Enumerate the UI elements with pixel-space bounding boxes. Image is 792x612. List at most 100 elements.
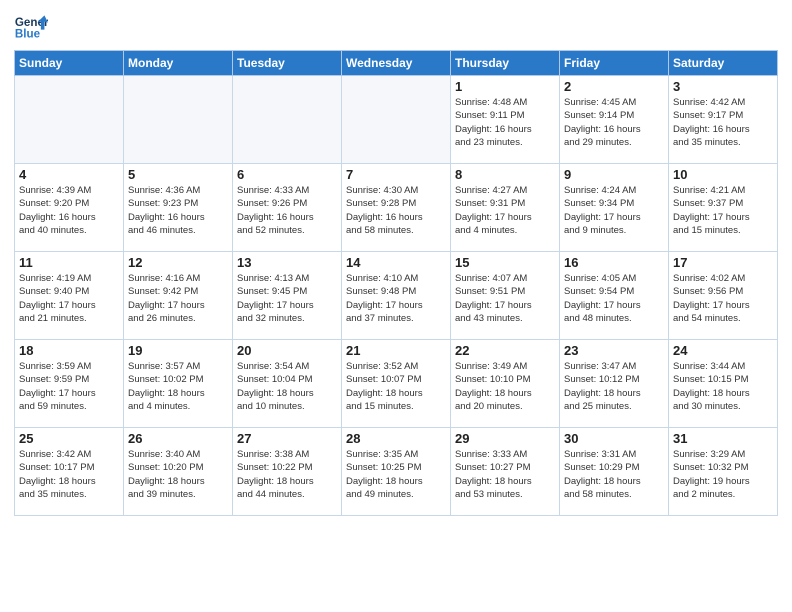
day-info: Sunrise: 4:48 AM Sunset: 9:11 PM Dayligh… xyxy=(455,96,555,149)
calendar-cell: 18 Sunrise: 3:59 AM Sunset: 9:59 PM Dayli… xyxy=(15,340,124,428)
day-number: 21 xyxy=(346,343,446,358)
calendar-cell: 27 Sunrise: 3:38 AM Sunset: 10:22 PM Dayl… xyxy=(233,428,342,516)
day-number: 4 xyxy=(19,167,119,182)
day-number: 3 xyxy=(673,79,773,94)
day-number: 19 xyxy=(128,343,228,358)
calendar-table: SundayMondayTuesdayWednesdayThursdayFrid… xyxy=(14,50,778,516)
day-info: Sunrise: 4:10 AM Sunset: 9:48 PM Dayligh… xyxy=(346,272,446,325)
calendar-cell: 4 Sunrise: 4:39 AM Sunset: 9:20 PM Daylig… xyxy=(15,164,124,252)
calendar-cell: 29Sunrise: 3:33 AM Sunset: 10:27 PM Dayl… xyxy=(451,428,560,516)
calendar-week-3: 11 Sunrise: 4:19 AM Sunset: 9:40 PM Dayli… xyxy=(15,252,778,340)
calendar-cell: 17 Sunrise: 4:02 AM Sunset: 9:56 PM Dayli… xyxy=(669,252,778,340)
day-info: Sunrise: 4:21 AM Sunset: 9:37 PM Dayligh… xyxy=(673,184,773,237)
day-info: Sunrise: 3:40 AM Sunset: 10:20 PM Daylig… xyxy=(128,448,228,501)
day-number: 29 xyxy=(455,431,555,446)
day-info: Sunrise: 4:02 AM Sunset: 9:56 PM Dayligh… xyxy=(673,272,773,325)
day-number: 10 xyxy=(673,167,773,182)
day-info: Sunrise: 4:33 AM Sunset: 9:26 PM Dayligh… xyxy=(237,184,337,237)
calendar-week-1: 1 Sunrise: 4:48 AM Sunset: 9:11 PM Daylig… xyxy=(15,76,778,164)
day-info: Sunrise: 3:52 AM Sunset: 10:07 PM Daylig… xyxy=(346,360,446,413)
day-number: 18 xyxy=(19,343,119,358)
calendar-cell: 6 Sunrise: 4:33 AM Sunset: 9:26 PM Daylig… xyxy=(233,164,342,252)
day-number: 1 xyxy=(455,79,555,94)
calendar-header-wednesday: Wednesday xyxy=(342,51,451,76)
calendar-cell xyxy=(124,76,233,164)
day-number: 22 xyxy=(455,343,555,358)
calendar-header-monday: Monday xyxy=(124,51,233,76)
day-info: Sunrise: 3:49 AM Sunset: 10:10 PM Daylig… xyxy=(455,360,555,413)
day-info: Sunrise: 3:35 AM Sunset: 10:25 PM Daylig… xyxy=(346,448,446,501)
day-number: 8 xyxy=(455,167,555,182)
day-number: 7 xyxy=(346,167,446,182)
day-number: 31 xyxy=(673,431,773,446)
calendar-cell: 11 Sunrise: 4:19 AM Sunset: 9:40 PM Dayli… xyxy=(15,252,124,340)
calendar-cell: 24Sunrise: 3:44 AM Sunset: 10:15 PM Dayl… xyxy=(669,340,778,428)
calendar-cell xyxy=(15,76,124,164)
calendar-week-5: 25Sunrise: 3:42 AM Sunset: 10:17 PM Dayl… xyxy=(15,428,778,516)
day-number: 27 xyxy=(237,431,337,446)
day-info: Sunrise: 4:39 AM Sunset: 9:20 PM Dayligh… xyxy=(19,184,119,237)
calendar-cell: 2Sunrise: 4:45 AM Sunset: 9:14 PM Daylig… xyxy=(560,76,669,164)
calendar-cell: 28Sunrise: 3:35 AM Sunset: 10:25 PM Dayl… xyxy=(342,428,451,516)
calendar-cell: 8 Sunrise: 4:27 AM Sunset: 9:31 PM Daylig… xyxy=(451,164,560,252)
calendar-header-saturday: Saturday xyxy=(669,51,778,76)
day-info: Sunrise: 4:07 AM Sunset: 9:51 PM Dayligh… xyxy=(455,272,555,325)
calendar-cell: 15 Sunrise: 4:07 AM Sunset: 9:51 PM Dayli… xyxy=(451,252,560,340)
calendar-cell: 26 Sunrise: 3:40 AM Sunset: 10:20 PM Dayl… xyxy=(124,428,233,516)
day-number: 17 xyxy=(673,255,773,270)
day-info: Sunrise: 4:13 AM Sunset: 9:45 PM Dayligh… xyxy=(237,272,337,325)
calendar-cell: 22 Sunrise: 3:49 AM Sunset: 10:10 PM Dayl… xyxy=(451,340,560,428)
day-number: 30 xyxy=(564,431,664,446)
calendar-cell: 12 Sunrise: 4:16 AM Sunset: 9:42 PM Dayli… xyxy=(124,252,233,340)
day-info: Sunrise: 4:27 AM Sunset: 9:31 PM Dayligh… xyxy=(455,184,555,237)
calendar-header-sunday: Sunday xyxy=(15,51,124,76)
day-info: Sunrise: 4:05 AM Sunset: 9:54 PM Dayligh… xyxy=(564,272,664,325)
calendar-cell: 10 Sunrise: 4:21 AM Sunset: 9:37 PM Dayli… xyxy=(669,164,778,252)
day-number: 16 xyxy=(564,255,664,270)
calendar-cell: 13Sunrise: 4:13 AM Sunset: 9:45 PM Dayli… xyxy=(233,252,342,340)
day-info: Sunrise: 4:45 AM Sunset: 9:14 PM Dayligh… xyxy=(564,96,664,149)
day-info: Sunrise: 3:42 AM Sunset: 10:17 PM Daylig… xyxy=(19,448,119,501)
day-number: 14 xyxy=(346,255,446,270)
day-info: Sunrise: 3:29 AM Sunset: 10:32 PM Daylig… xyxy=(673,448,773,501)
day-info: Sunrise: 4:30 AM Sunset: 9:28 PM Dayligh… xyxy=(346,184,446,237)
calendar-week-2: 4 Sunrise: 4:39 AM Sunset: 9:20 PM Daylig… xyxy=(15,164,778,252)
calendar-cell: 25Sunrise: 3:42 AM Sunset: 10:17 PM Dayl… xyxy=(15,428,124,516)
calendar-cell: 21 Sunrise: 3:52 AM Sunset: 10:07 PM Dayl… xyxy=(342,340,451,428)
day-info: Sunrise: 4:42 AM Sunset: 9:17 PM Dayligh… xyxy=(673,96,773,149)
calendar-week-4: 18 Sunrise: 3:59 AM Sunset: 9:59 PM Dayli… xyxy=(15,340,778,428)
calendar-cell: 14 Sunrise: 4:10 AM Sunset: 9:48 PM Dayli… xyxy=(342,252,451,340)
calendar-cell: 31 Sunrise: 3:29 AM Sunset: 10:32 PM Dayl… xyxy=(669,428,778,516)
day-number: 11 xyxy=(19,255,119,270)
day-info: Sunrise: 3:57 AM Sunset: 10:02 PM Daylig… xyxy=(128,360,228,413)
day-number: 23 xyxy=(564,343,664,358)
day-number: 12 xyxy=(128,255,228,270)
calendar-cell: 16 Sunrise: 4:05 AM Sunset: 9:54 PM Dayli… xyxy=(560,252,669,340)
day-info: Sunrise: 4:24 AM Sunset: 9:34 PM Dayligh… xyxy=(564,184,664,237)
calendar-cell: 30 Sunrise: 3:31 AM Sunset: 10:29 PM Dayl… xyxy=(560,428,669,516)
day-number: 15 xyxy=(455,255,555,270)
calendar-cell: 20 Sunrise: 3:54 AM Sunset: 10:04 PM Dayl… xyxy=(233,340,342,428)
day-info: Sunrise: 4:16 AM Sunset: 9:42 PM Dayligh… xyxy=(128,272,228,325)
calendar-cell: 23 Sunrise: 3:47 AM Sunset: 10:12 PM Dayl… xyxy=(560,340,669,428)
calendar-cell xyxy=(342,76,451,164)
day-info: Sunrise: 4:19 AM Sunset: 9:40 PM Dayligh… xyxy=(19,272,119,325)
calendar-cell: 1 Sunrise: 4:48 AM Sunset: 9:11 PM Daylig… xyxy=(451,76,560,164)
calendar-cell: 9Sunrise: 4:24 AM Sunset: 9:34 PM Daylig… xyxy=(560,164,669,252)
day-info: Sunrise: 4:36 AM Sunset: 9:23 PM Dayligh… xyxy=(128,184,228,237)
svg-text:Blue: Blue xyxy=(15,28,41,41)
day-info: Sunrise: 3:59 AM Sunset: 9:59 PM Dayligh… xyxy=(19,360,119,413)
calendar-header-thursday: Thursday xyxy=(451,51,560,76)
day-info: Sunrise: 3:54 AM Sunset: 10:04 PM Daylig… xyxy=(237,360,337,413)
calendar-cell: 19 Sunrise: 3:57 AM Sunset: 10:02 PM Dayl… xyxy=(124,340,233,428)
day-number: 26 xyxy=(128,431,228,446)
day-number: 6 xyxy=(237,167,337,182)
day-info: Sunrise: 3:38 AM Sunset: 10:22 PM Daylig… xyxy=(237,448,337,501)
calendar-cell: 7 Sunrise: 4:30 AM Sunset: 9:28 PM Daylig… xyxy=(342,164,451,252)
day-number: 5 xyxy=(128,167,228,182)
day-info: Sunrise: 3:31 AM Sunset: 10:29 PM Daylig… xyxy=(564,448,664,501)
calendar-cell: 3 Sunrise: 4:42 AM Sunset: 9:17 PM Daylig… xyxy=(669,76,778,164)
day-info: Sunrise: 3:47 AM Sunset: 10:12 PM Daylig… xyxy=(564,360,664,413)
day-number: 20 xyxy=(237,343,337,358)
calendar-cell: 5 Sunrise: 4:36 AM Sunset: 9:23 PM Daylig… xyxy=(124,164,233,252)
